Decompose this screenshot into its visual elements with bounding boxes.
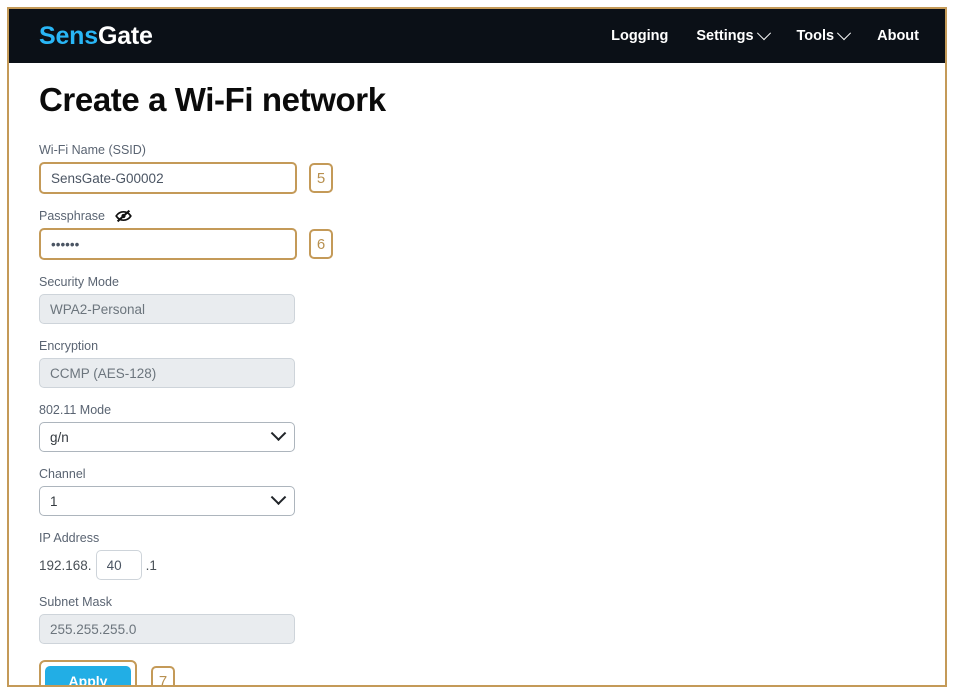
nav-item-logging-label: Logging <box>611 28 669 44</box>
apply-button[interactable]: Apply <box>45 666 131 685</box>
apply-annotation-outline: Apply <box>39 660 137 685</box>
chevron-down-icon <box>756 26 771 41</box>
nav-item-tools-label: Tools <box>796 28 835 44</box>
subnet-mask-label-text: Subnet Mask <box>39 594 112 609</box>
main-content: Create a Wi-Fi network Wi-Fi Name (SSID)… <box>9 63 945 685</box>
ssid-label: Wi-Fi Name (SSID) <box>39 141 915 158</box>
subnet-mask-input <box>39 614 295 644</box>
ssid-input[interactable] <box>39 162 297 194</box>
security-mode-label: Security Mode <box>39 273 915 290</box>
encryption-label: Encryption <box>39 337 915 354</box>
field-passphrase: Passphrase 6 <box>39 207 915 260</box>
nav-item-about[interactable]: About <box>877 28 919 44</box>
mode-80211-label: 802.11 Mode <box>39 401 915 418</box>
navbar: SensGate Logging Settings Tools About <box>9 9 945 63</box>
ip-address-label-text: IP Address <box>39 530 100 545</box>
page-frame: SensGate Logging Settings Tools About Cr… <box>7 7 947 687</box>
chevron-down-icon <box>270 424 287 441</box>
channel-value: 1 <box>50 493 58 509</box>
ip-suffix: .1 <box>145 557 157 573</box>
page-title: Create a Wi-Fi network <box>39 81 386 118</box>
channel-label-text: Channel <box>39 466 86 481</box>
nav-item-tools[interactable]: Tools <box>796 26 852 44</box>
passphrase-label: Passphrase <box>39 207 915 224</box>
field-ip-address: IP Address 192.168. .1 <box>39 529 915 580</box>
mode-80211-label-text: 802.11 Mode <box>39 402 112 417</box>
subnet-mask-label: Subnet Mask <box>39 593 915 610</box>
chevron-down-icon <box>270 488 287 505</box>
nav-item-settings[interactable]: Settings <box>696 26 771 44</box>
annotation-badge-6: 6 <box>309 229 333 259</box>
encryption-input <box>39 358 295 388</box>
chevron-down-icon <box>837 26 852 41</box>
field-subnet-mask: Subnet Mask <box>39 593 915 644</box>
ssid-row: 5 <box>39 162 915 194</box>
ssid-label-text: Wi-Fi Name (SSID) <box>39 142 146 157</box>
field-encryption: Encryption <box>39 337 915 388</box>
annotation-badge-5: 5 <box>309 163 333 193</box>
channel-select[interactable]: 1 <box>39 486 295 516</box>
nav-item-about-label: About <box>877 28 919 44</box>
mode-80211-select[interactable]: g/n <box>39 422 295 452</box>
annotation-badge-7: 7 <box>151 666 175 685</box>
passphrase-label-text: Passphrase <box>39 208 106 223</box>
mode-80211-value: g/n <box>50 429 69 445</box>
eye-slash-icon[interactable] <box>115 209 132 223</box>
nav-item-settings-label: Settings <box>696 28 754 44</box>
brand-logo[interactable]: SensGate <box>39 22 153 51</box>
field-80211-mode: 802.11 Mode g/n <box>39 401 915 452</box>
passphrase-row: 6 <box>39 228 915 260</box>
encryption-label-text: Encryption <box>39 338 99 353</box>
ip-octet-input[interactable] <box>95 550 142 580</box>
apply-row: Apply 7 <box>39 660 915 685</box>
ip-address-label: IP Address <box>39 529 915 546</box>
security-mode-input <box>39 294 295 324</box>
field-ssid: Wi-Fi Name (SSID) 5 <box>39 141 915 194</box>
ip-address-row: 192.168. .1 <box>39 550 915 580</box>
brand-logo-part1: Sens <box>39 21 98 50</box>
nav-links: Logging Settings Tools About <box>611 26 919 44</box>
passphrase-input[interactable] <box>39 228 297 260</box>
ip-prefix: 192.168. <box>39 557 92 573</box>
brand-logo-part2: Gate <box>97 21 153 50</box>
field-channel: Channel 1 <box>39 465 915 516</box>
field-security-mode: Security Mode <box>39 273 915 324</box>
channel-label: Channel <box>39 465 915 482</box>
nav-item-logging[interactable]: Logging <box>611 28 668 44</box>
security-mode-label-text: Security Mode <box>39 274 119 289</box>
